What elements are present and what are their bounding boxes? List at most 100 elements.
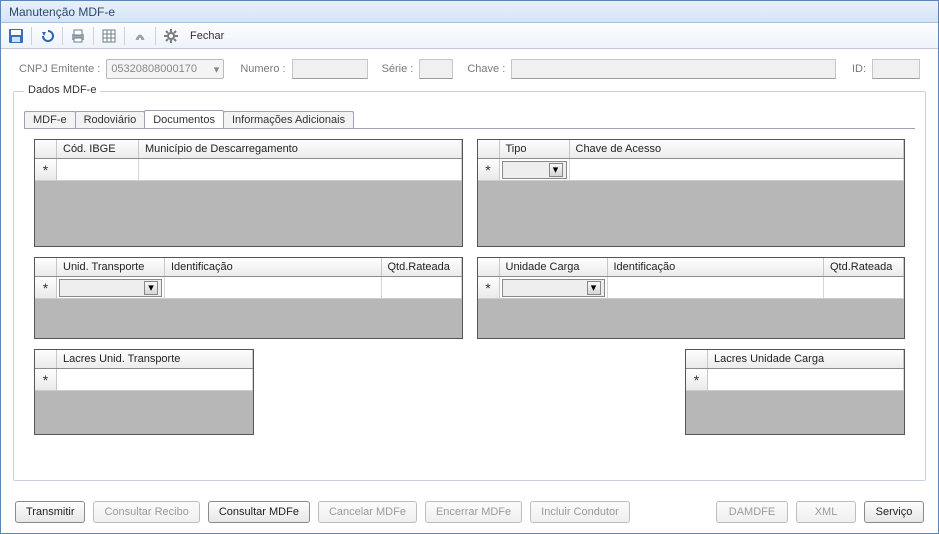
col-lacres-unid-transporte[interactable]: Lacres Unid. Transporte (57, 350, 253, 368)
table-row[interactable]: * (686, 369, 904, 391)
table-row[interactable]: * ▾ (478, 277, 905, 299)
toolbar-separator (124, 27, 125, 45)
undo-icon[interactable] (36, 25, 58, 47)
chave-label: Chave : (467, 63, 505, 75)
chevron-down-icon: ▾ (214, 63, 220, 76)
cell-unid-transporte[interactable]: ▾ (57, 277, 165, 298)
cnpj-value: 05320808000170 (111, 63, 197, 75)
row-header-spacer (478, 258, 500, 276)
transmitir-button[interactable]: Transmitir (15, 501, 85, 523)
new-row-marker-icon: * (35, 277, 57, 298)
id-label: ID: (852, 63, 866, 75)
new-row-marker-icon: * (686, 369, 708, 390)
close-button[interactable]: Fechar (184, 30, 230, 42)
xml-button[interactable]: XML (796, 501, 856, 523)
grid-unid-transporte[interactable]: Unid. Transporte Identificação Qtd.Ratea… (34, 257, 463, 339)
grid-icon[interactable] (98, 25, 120, 47)
encerrar-mdfe-button[interactable]: Encerrar MDFe (425, 501, 522, 523)
cell[interactable] (165, 277, 382, 298)
row-header-spacer (686, 350, 708, 368)
cell-unidade-carga[interactable]: ▾ (500, 277, 608, 298)
tab-informacoes-adicionais[interactable]: Informações Adicionais (223, 111, 354, 128)
col-tipo[interactable]: Tipo (500, 140, 570, 158)
chevron-down-icon: ▾ (591, 281, 597, 294)
tab-panel-documentos: Cód. IBGE Município de Descarregamento *… (24, 128, 915, 466)
new-row-marker-icon: * (35, 159, 57, 180)
cell[interactable] (57, 369, 253, 390)
cell[interactable] (57, 159, 139, 180)
col-qtd-rateada2[interactable]: Qtd.Rateada (824, 258, 904, 276)
chave-field[interactable] (511, 59, 836, 79)
col-unidade-carga[interactable]: Unidade Carga (500, 258, 608, 276)
cell[interactable] (570, 159, 905, 180)
grid-unidade-carga[interactable]: Unidade Carga Identificação Qtd.Rateada … (477, 257, 906, 339)
footer-buttons: Transmitir Consultar Recibo Consultar MD… (1, 495, 938, 529)
chevron-down-icon: ▾ (148, 281, 154, 294)
fingerprint-icon[interactable] (129, 25, 151, 47)
table-row[interactable]: * (35, 369, 253, 391)
unid-transporte-dropdown[interactable]: ▾ (59, 279, 162, 297)
table-row[interactable]: * (35, 159, 462, 181)
numero-field[interactable] (292, 59, 368, 79)
col-unid-transporte[interactable]: Unid. Transporte (57, 258, 165, 276)
row-header-spacer (35, 350, 57, 368)
toolbar: Fechar (1, 23, 938, 49)
dados-mdfe-group: Dados MDF-e MDF-e Rodoviário Documentos … (13, 91, 926, 481)
group-legend: Dados MDF-e (24, 84, 100, 96)
tab-documentos[interactable]: Documentos (144, 110, 224, 128)
gear-icon[interactable] (160, 25, 182, 47)
new-row-marker-icon: * (478, 159, 500, 180)
cnpj-dropdown[interactable]: 05320808000170 ▾ (106, 59, 224, 79)
cancelar-mdfe-button[interactable]: Cancelar MDFe (318, 501, 417, 523)
col-cod-ibge[interactable]: Cód. IBGE (57, 140, 139, 158)
print-icon[interactable] (67, 25, 89, 47)
numero-label: Numero : (240, 63, 285, 75)
consultar-mdfe-button[interactable]: Consultar MDFe (208, 501, 310, 523)
col-qtd-rateada[interactable]: Qtd.Rateada (382, 258, 462, 276)
col-lacres-unidade-carga[interactable]: Lacres Unidade Carga (708, 350, 904, 368)
spacer (268, 349, 671, 435)
incluir-condutor-button[interactable]: Incluir Condutor (530, 501, 630, 523)
new-row-marker-icon: * (478, 277, 500, 298)
grid-descarregamento[interactable]: Cód. IBGE Município de Descarregamento * (34, 139, 463, 247)
cell[interactable] (824, 277, 904, 298)
grid-acesso[interactable]: Tipo Chave de Acesso * ▾ (477, 139, 906, 247)
chevron-down-icon: ▾ (553, 163, 559, 176)
grid-lacres-unid-transporte[interactable]: Lacres Unid. Transporte * (34, 349, 254, 435)
col-identificacao[interactable]: Identificação (165, 258, 382, 276)
toolbar-separator (31, 27, 32, 45)
col-identificacao2[interactable]: Identificação (608, 258, 825, 276)
cell[interactable] (139, 159, 462, 180)
row-header-spacer (35, 258, 57, 276)
cell[interactable] (708, 369, 904, 390)
cell[interactable] (608, 277, 825, 298)
tab-rodoviario[interactable]: Rodoviário (75, 111, 146, 128)
new-row-marker-icon: * (35, 369, 57, 390)
serie-field[interactable] (419, 59, 453, 79)
table-row[interactable]: * ▾ (478, 159, 905, 181)
filter-row: CNPJ Emitente : 05320808000170 ▾ Numero … (1, 49, 938, 85)
cell-tipo[interactable]: ▾ (500, 159, 570, 180)
cell[interactable] (382, 277, 462, 298)
col-chave-acesso[interactable]: Chave de Acesso (570, 140, 905, 158)
toolbar-separator (93, 27, 94, 45)
grid-lacres-unidade-carga[interactable]: Lacres Unidade Carga * (685, 349, 905, 435)
serie-label: Série : (382, 63, 414, 75)
row-header-spacer (35, 140, 57, 158)
id-field[interactable] (872, 59, 920, 79)
cnpj-label: CNPJ Emitente : (19, 63, 100, 75)
tipo-dropdown[interactable]: ▾ (502, 161, 567, 179)
servico-button[interactable]: Serviço (864, 501, 924, 523)
toolbar-separator (155, 27, 156, 45)
tabbar: MDF-e Rodoviário Documentos Informações … (24, 106, 925, 128)
consultar-recibo-button[interactable]: Consultar Recibo (93, 501, 199, 523)
col-municipio[interactable]: Município de Descarregamento (139, 140, 462, 158)
table-row[interactable]: * ▾ (35, 277, 462, 299)
tab-mdfe[interactable]: MDF-e (24, 111, 76, 128)
damdfe-button[interactable]: DAMDFE (716, 501, 788, 523)
toolbar-separator (62, 27, 63, 45)
save-icon[interactable] (5, 25, 27, 47)
unidade-carga-dropdown[interactable]: ▾ (502, 279, 605, 297)
window-title: Manutenção MDF-e (1, 1, 938, 23)
row-header-spacer (478, 140, 500, 158)
